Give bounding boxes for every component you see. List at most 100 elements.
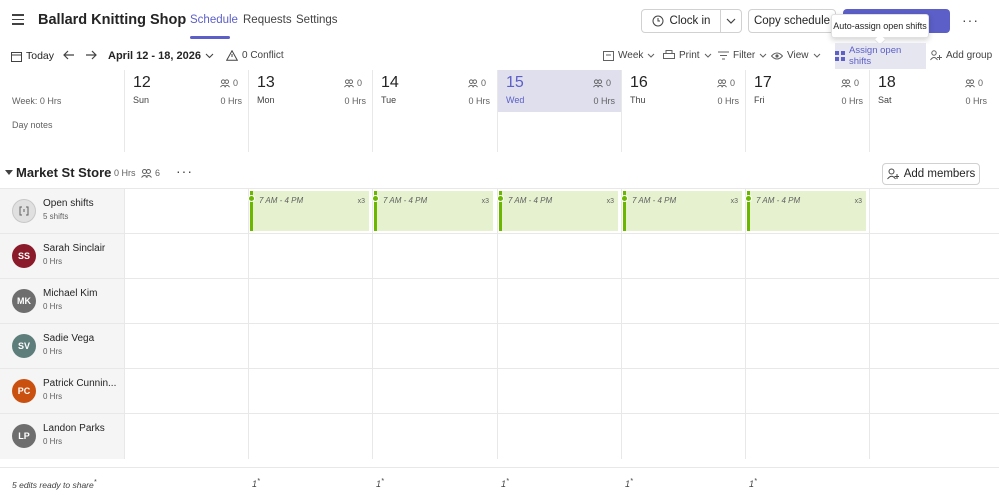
group-more-options-icon[interactable]: ··· bbox=[176, 163, 193, 179]
day-notes-cell[interactable] bbox=[248, 112, 372, 152]
shift-cell[interactable] bbox=[745, 369, 869, 414]
clock-in-button[interactable]: Clock in bbox=[641, 9, 721, 33]
shift-cell[interactable] bbox=[621, 414, 745, 459]
shift-cell[interactable] bbox=[497, 279, 621, 324]
group-member-count: 6 bbox=[141, 168, 160, 178]
day-header-sun[interactable]: 12 Sun 0 0 Hrs bbox=[124, 70, 248, 112]
shift-cell[interactable] bbox=[248, 234, 372, 279]
view-button[interactable]: View bbox=[771, 50, 821, 61]
filter-button[interactable]: Filter bbox=[718, 50, 767, 61]
shift-cell[interactable] bbox=[248, 324, 372, 369]
group-hours: 0 Hrs bbox=[114, 168, 136, 178]
previous-week-button[interactable] bbox=[63, 49, 75, 61]
shift-cell[interactable] bbox=[372, 279, 496, 324]
shift-cell[interactable] bbox=[869, 369, 993, 414]
shift-cell[interactable] bbox=[248, 414, 372, 459]
shift-cell[interactable] bbox=[248, 369, 372, 414]
member-header[interactable]: SV Sadie Vega 0 Hrs bbox=[0, 324, 124, 369]
shift-cell[interactable] bbox=[869, 234, 993, 279]
shift-cell[interactable] bbox=[869, 414, 993, 459]
day-notes-cell[interactable] bbox=[124, 112, 248, 152]
shift-cell[interactable] bbox=[124, 369, 248, 414]
day-notes-cell[interactable] bbox=[497, 112, 621, 152]
shift-cell[interactable] bbox=[869, 324, 993, 369]
open-shift-cell[interactable] bbox=[124, 189, 248, 234]
open-shift-cell[interactable]: 7 AM - 4 PM x3 bbox=[497, 189, 621, 234]
day-header-tue[interactable]: 14 Tue 0 0 Hrs bbox=[372, 70, 496, 112]
day-notes-cell[interactable] bbox=[745, 112, 869, 152]
assign-open-shifts-button[interactable]: Assign open shifts bbox=[835, 43, 926, 69]
shift-cell[interactable] bbox=[124, 234, 248, 279]
member-header[interactable]: SS Sarah Sinclair 0 Hrs bbox=[0, 234, 124, 279]
hamburger-menu-icon[interactable] bbox=[12, 14, 24, 25]
member-header[interactable]: LP Landon Parks 0 Hrs bbox=[0, 414, 124, 459]
add-group-button[interactable]: Add group bbox=[930, 50, 992, 61]
next-week-button[interactable] bbox=[85, 49, 97, 61]
shift-cell[interactable] bbox=[372, 324, 496, 369]
shift-cell[interactable] bbox=[124, 414, 248, 459]
shift-cell[interactable] bbox=[621, 324, 745, 369]
open-shift-card[interactable]: 7 AM - 4 PM x3 bbox=[745, 191, 866, 231]
open-shift-card[interactable]: 7 AM - 4 PM x3 bbox=[372, 191, 493, 231]
shift-cell[interactable] bbox=[372, 234, 496, 279]
shift-cell[interactable] bbox=[621, 279, 745, 324]
open-shift-card[interactable]: 7 AM - 4 PM x3 bbox=[248, 191, 369, 231]
day-hours: 0 Hrs bbox=[344, 96, 366, 106]
day-assigned-count: 0 bbox=[841, 78, 859, 88]
tab-settings[interactable]: Settings bbox=[296, 14, 338, 26]
member-name: Sarah Sinclair bbox=[43, 243, 106, 254]
shift-cell[interactable] bbox=[497, 234, 621, 279]
tab-requests[interactable]: Requests bbox=[243, 14, 292, 26]
shift-cell[interactable] bbox=[745, 324, 869, 369]
shift-cell[interactable] bbox=[745, 234, 869, 279]
shift-cell[interactable] bbox=[372, 414, 496, 459]
today-button[interactable]: Today bbox=[11, 50, 54, 62]
shift-cell[interactable] bbox=[745, 414, 869, 459]
shift-cell[interactable] bbox=[248, 279, 372, 324]
collapse-caret-icon[interactable] bbox=[5, 170, 13, 175]
day-header-thu[interactable]: 16 Thu 0 0 Hrs bbox=[621, 70, 745, 112]
day-header-wed[interactable]: 15 Wed 0 0 Hrs bbox=[497, 70, 621, 112]
shift-cell[interactable] bbox=[621, 369, 745, 414]
shift-cell[interactable] bbox=[124, 279, 248, 324]
clock-in-dropdown-button[interactable] bbox=[720, 9, 742, 33]
shift-cell[interactable] bbox=[621, 234, 745, 279]
day-notes-cell[interactable] bbox=[372, 112, 496, 152]
member-header[interactable]: MK Michael Kim 0 Hrs bbox=[0, 279, 124, 324]
week-view-dropdown[interactable]: Week bbox=[603, 50, 655, 61]
shift-cell[interactable] bbox=[745, 279, 869, 324]
more-options-icon[interactable]: ··· bbox=[962, 12, 979, 28]
day-notes-cell[interactable] bbox=[621, 112, 745, 152]
open-shift-cell[interactable]: 7 AM - 4 PM x3 bbox=[621, 189, 745, 234]
shift-cell[interactable] bbox=[124, 324, 248, 369]
shift-cell[interactable] bbox=[497, 324, 621, 369]
day-header-fri[interactable]: 17 Fri 0 0 Hrs bbox=[745, 70, 869, 112]
day-notes-cell[interactable] bbox=[869, 112, 993, 152]
open-shift-card[interactable]: 7 AM - 4 PM x3 bbox=[621, 191, 742, 231]
shift-cell[interactable] bbox=[497, 369, 621, 414]
conflicts-indicator[interactable]: 0 Conflict bbox=[226, 50, 284, 61]
date-range-picker[interactable]: April 12 - 18, 2026 bbox=[108, 50, 214, 62]
open-shift-card[interactable]: 7 AM - 4 PM x3 bbox=[497, 191, 618, 231]
open-shift-bracket-icon bbox=[19, 206, 29, 216]
open-shift-cell[interactable]: 7 AM - 4 PM x3 bbox=[745, 189, 869, 234]
open-shift-cell[interactable]: 7 AM - 4 PM x3 bbox=[248, 189, 372, 234]
print-button[interactable]: Print bbox=[663, 50, 712, 61]
member-hours: 0 Hrs bbox=[43, 257, 63, 266]
tab-schedule[interactable]: Schedule bbox=[190, 14, 238, 26]
chevron-down-icon bbox=[726, 18, 736, 24]
day-name: Thu bbox=[630, 95, 646, 105]
day-assigned-count: 0 bbox=[965, 78, 983, 88]
add-members-button[interactable]: Add members bbox=[882, 163, 980, 185]
shift-cell[interactable] bbox=[869, 279, 993, 324]
shift-cell[interactable] bbox=[497, 414, 621, 459]
open-shift-cell[interactable] bbox=[869, 189, 993, 234]
day-edit-count: 1* bbox=[501, 476, 509, 489]
day-number: 18 bbox=[878, 74, 896, 91]
member-header[interactable]: PC Patrick Cunnin... 0 Hrs bbox=[0, 369, 124, 414]
open-shift-cell[interactable]: 7 AM - 4 PM x3 bbox=[372, 189, 496, 234]
copy-schedule-button[interactable]: Copy schedule bbox=[748, 9, 836, 33]
day-header-mon[interactable]: 13 Mon 0 0 Hrs bbox=[248, 70, 372, 112]
shift-cell[interactable] bbox=[372, 369, 496, 414]
day-header-sat[interactable]: 18 Sat 0 0 Hrs bbox=[869, 70, 993, 112]
